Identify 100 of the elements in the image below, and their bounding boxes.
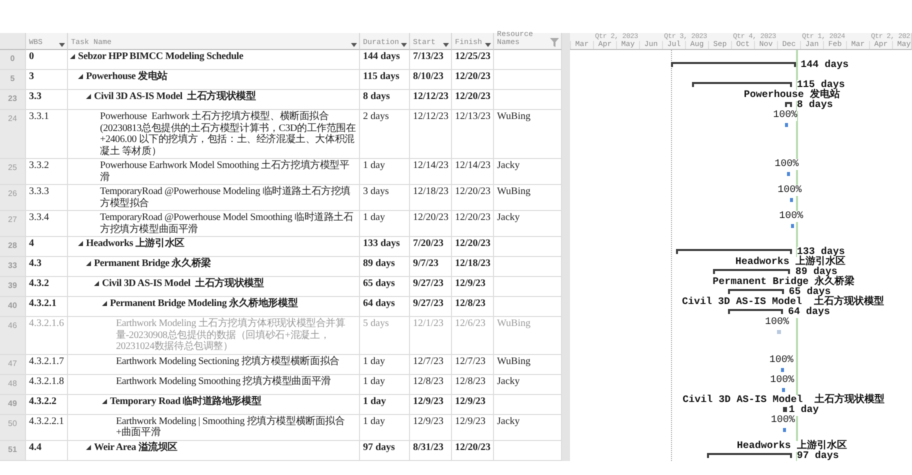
table-cell: 3.3.2 — [26, 159, 68, 185]
percent-complete-label: 100% — [778, 185, 802, 196]
table-cell: 3.3.4 — [26, 211, 68, 237]
table-cell: 12/20/23 — [452, 237, 494, 257]
row-number: 0 — [0, 50, 26, 70]
table-cell: 12/25/23 — [452, 50, 494, 70]
dropdown-caret-icon[interactable] — [401, 43, 407, 47]
table-cell: 12/12/23 — [410, 90, 452, 110]
row-number: 25 — [0, 159, 26, 185]
table-cell: 133 days — [360, 237, 410, 257]
percent-complete-label: 100% — [774, 159, 799, 170]
table-cell: 12/14/23 — [410, 159, 452, 185]
collapse-triangle-icon[interactable] — [86, 444, 91, 450]
collapse-triangle-icon[interactable] — [78, 241, 83, 246]
row-number: 40 — [0, 297, 26, 317]
row-number: 49 — [0, 394, 26, 414]
summary-bar[interactable] — [670, 62, 796, 67]
table-cell: 144 days — [360, 50, 410, 70]
table-cell: 4 — [26, 237, 68, 257]
table-cell: 12/14/23 — [452, 159, 494, 185]
task-bar[interactable] — [790, 198, 793, 202]
duration-label: 1 day — [788, 404, 819, 416]
table-cell: 65 days — [360, 277, 410, 297]
collapse-triangle-icon[interactable] — [102, 301, 107, 306]
table-cell: 7/20/23 — [410, 237, 452, 257]
table-cell: 12/1/23 — [410, 317, 452, 354]
task-name: Permanent Bridge Modeling 永久桥地形模型 — [110, 298, 298, 310]
table-cell: 12/20/23 — [452, 185, 494, 211]
collapse-triangle-icon[interactable] — [102, 398, 107, 404]
task-name: Earthwork Modeling | Smoothing 挖填方模型横断面拟合+曲面平滑 — [116, 416, 346, 438]
row-number: 33 — [0, 257, 26, 277]
percent-complete-label: 100% — [779, 211, 804, 222]
task-name: Civil 3D AS-IS Model 土石方现状模型 — [94, 91, 256, 102]
table-cell: 1 day — [360, 374, 410, 394]
table-cell: 12/8/23 — [410, 374, 452, 394]
task-bar[interactable] — [785, 123, 788, 127]
collapse-triangle-icon[interactable] — [94, 281, 99, 286]
row-number: 48 — [0, 374, 26, 394]
table-cell: 2 days — [360, 110, 410, 159]
table-cell: 1 day — [360, 354, 410, 374]
percent-complete-label: 100% — [770, 374, 794, 386]
summary-bar[interactable] — [676, 249, 792, 254]
dropdown-caret-icon[interactable] — [485, 43, 491, 47]
row-number: 50 — [0, 414, 26, 440]
dropdown-caret-icon[interactable] — [59, 43, 65, 47]
table-cell: 12/18/23 — [410, 185, 452, 211]
summary-bar[interactable] — [692, 82, 792, 87]
table-cell: 12/9/23 — [410, 394, 452, 414]
task-bar[interactable] — [782, 388, 786, 392]
table-cell: 12/7/23 — [452, 354, 494, 374]
table-cell: 12/20/23 — [452, 211, 494, 237]
table-cell: 3.3 — [26, 90, 68, 110]
task-name: Permanent Bridge 永久桥梁 — [94, 258, 211, 270]
duration-label: 144 days — [800, 60, 849, 71]
percent-complete-label: 100% — [773, 110, 798, 121]
percent-complete-label: 100% — [770, 414, 795, 426]
row-number: 46 — [0, 317, 26, 354]
table-cell: 89 days — [360, 257, 410, 277]
task-name: Temporary Road 临时道路地形模型 — [110, 396, 262, 407]
task-bar[interactable] — [781, 368, 784, 372]
bar-label: Civil 3D AS-IS Model 土石方现状模型 — [682, 394, 885, 406]
table-cell: 4.3.2.2.1 — [26, 414, 68, 440]
task-bar[interactable] — [782, 428, 786, 432]
collapse-triangle-icon[interactable] — [86, 261, 91, 266]
header-corner-cell — [0, 33, 26, 50]
table-cell: 12/9/23 — [410, 414, 452, 440]
dropdown-caret-icon[interactable] — [351, 43, 357, 47]
task-name: Headworks 上游引水区 — [86, 238, 184, 250]
table-cell: 9/7/23 — [410, 257, 452, 277]
table-cell: 12/20/23 — [410, 211, 452, 237]
collapse-triangle-icon[interactable] — [78, 74, 83, 79]
table-cell: 8 days — [360, 90, 410, 110]
row-number: 47 — [0, 354, 26, 374]
dropdown-caret-icon[interactable] — [443, 43, 449, 47]
table-cell: 4.3.2.1.6 — [26, 317, 68, 354]
table-cell: 115 days — [360, 70, 410, 90]
bar-label: Permanent Bridge 永久桥梁 — [712, 277, 855, 288]
row-number: 5 — [0, 70, 26, 90]
table-cell: 0 — [26, 50, 68, 70]
collapse-triangle-icon[interactable] — [86, 94, 91, 99]
table-cell: 9/27/23 — [410, 297, 452, 317]
table-cell: 4.3.2.1.7 — [26, 354, 68, 374]
task-bar[interactable] — [786, 172, 790, 176]
table-cell: 12/20/23 — [452, 70, 494, 90]
task-name: Powerhouse Earhwork Model Smoothing 土石方挖填方模型平滑 — [100, 160, 350, 183]
table-cell: 97 days — [360, 440, 410, 460]
task-name: Civil 3D AS-IS Model 土石方现状模型 — [102, 278, 264, 290]
table-cell: 12/12/23 — [410, 110, 452, 159]
row-number: 51 — [0, 440, 26, 460]
table-cell: 12/13/23 — [452, 110, 494, 159]
table-cell: 5 days — [360, 317, 410, 354]
task-name: TemporaryRoad @Powerhouse Model Smoothing 临时道路土石方挖填方模型曲面平滑 — [100, 212, 354, 235]
bar-label: Civil 3D AS-IS Model 土石方现状模型 — [682, 297, 884, 308]
task-name: Earthwork Modeling Smoothing 挖填方模型曲面平滑 — [116, 376, 331, 387]
table-cell: 1 day — [360, 414, 410, 440]
collapse-triangle-icon[interactable] — [70, 54, 75, 59]
table-cell: 4.3.2 — [26, 277, 68, 297]
task-bar[interactable] — [791, 224, 794, 228]
duration-label: 64 days — [788, 307, 830, 318]
table-cell: 12/20/23 — [452, 90, 494, 110]
